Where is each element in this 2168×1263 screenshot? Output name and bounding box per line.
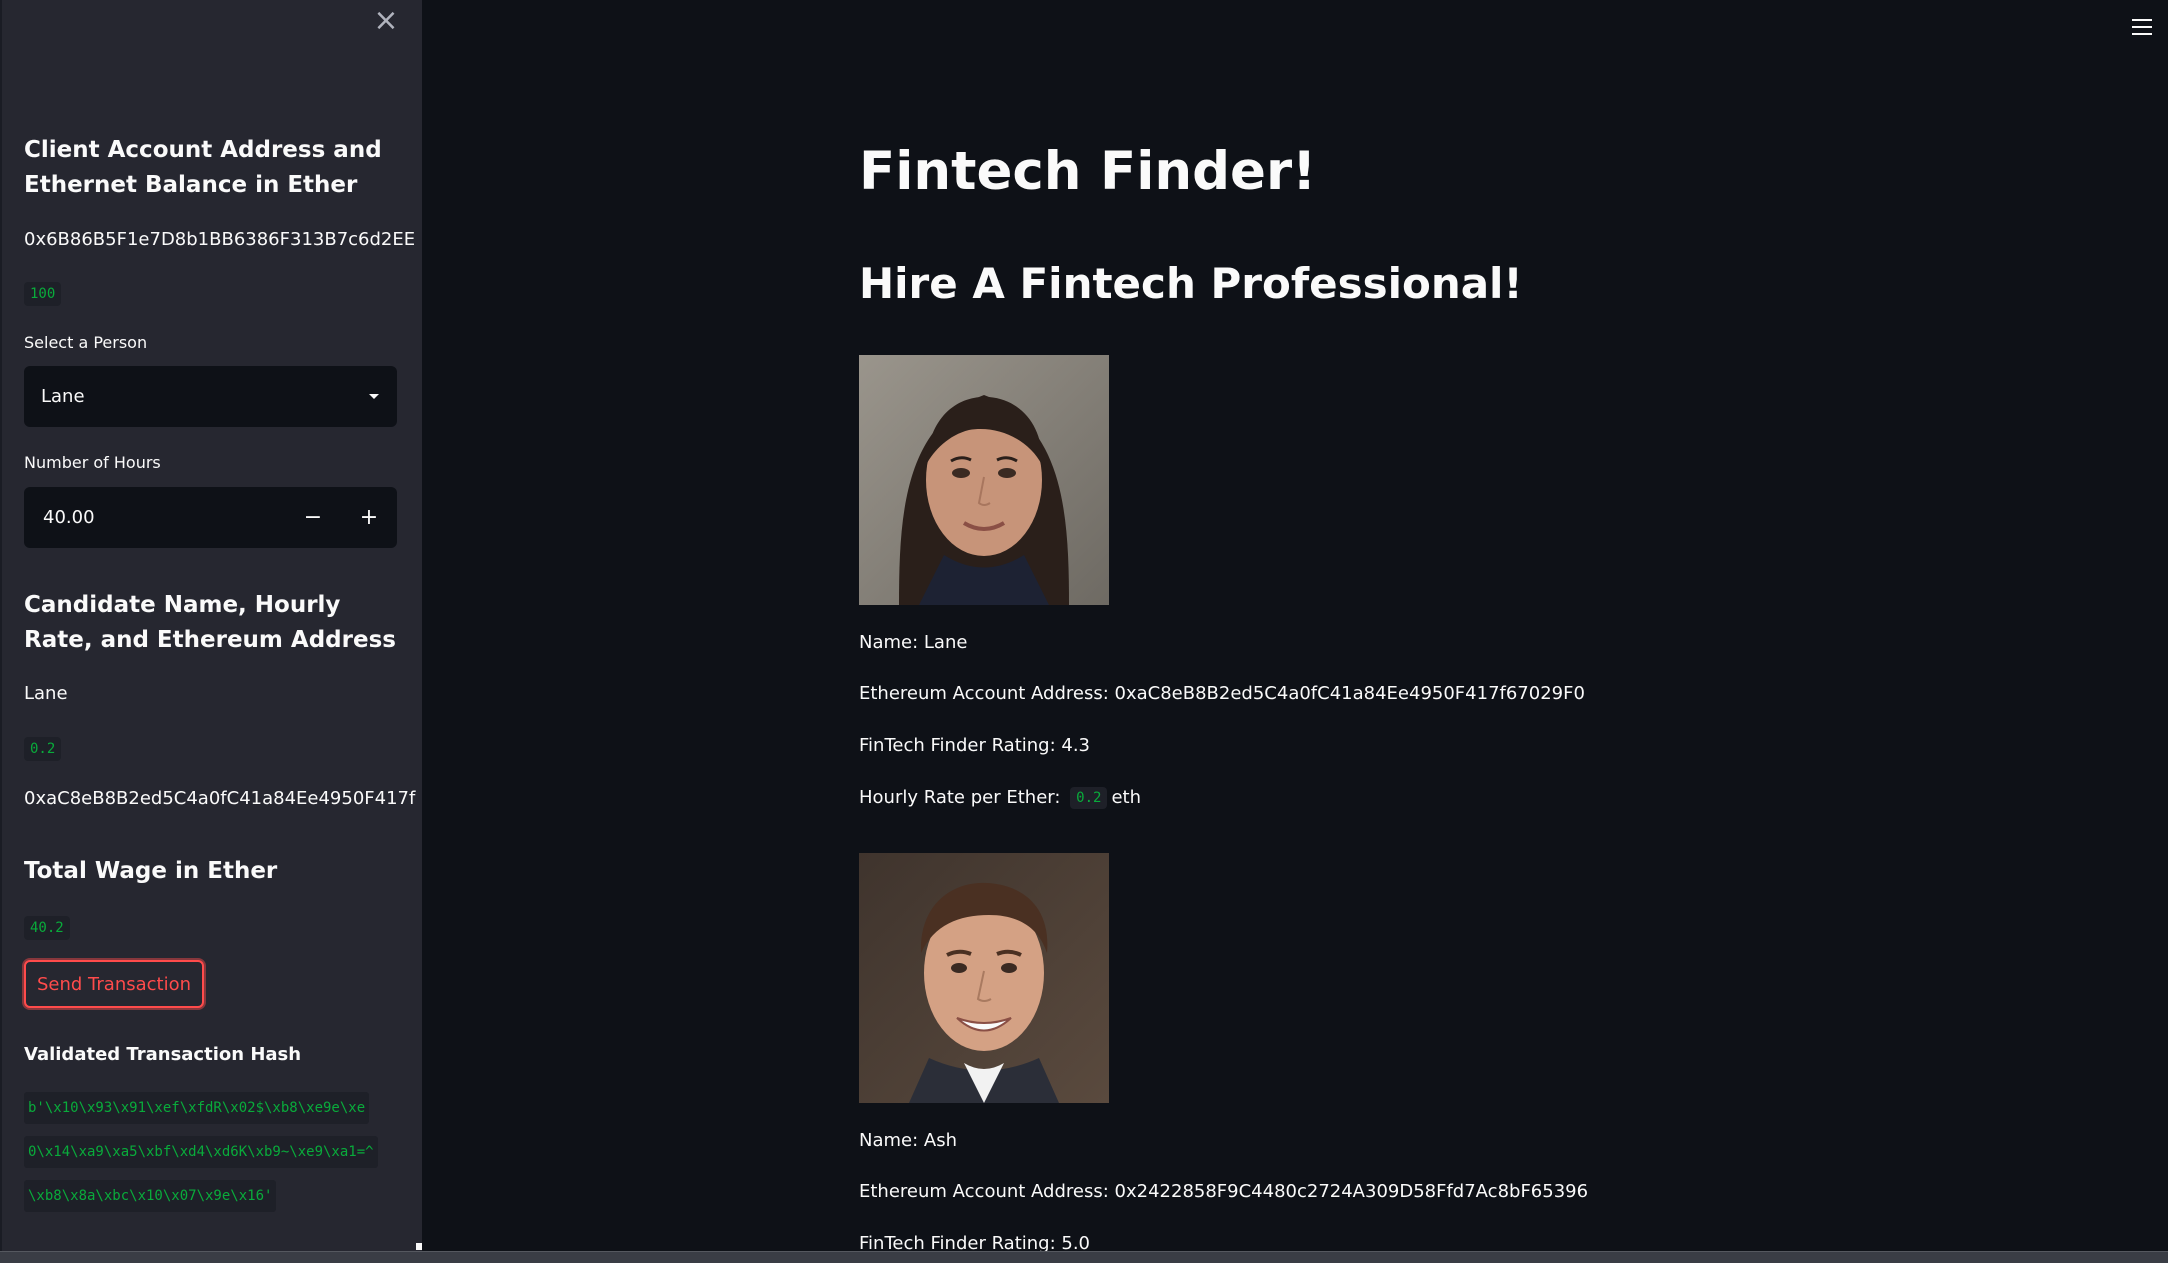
hours-input[interactable]: 40.00 — [24, 487, 285, 548]
send-transaction-button[interactable]: Send Transaction — [24, 960, 204, 1008]
candidate-name-line: Name: Ash — [859, 1130, 957, 1151]
hash-line: \xb8\x8a\xbc\x10\x07\x9e\x16' — [24, 1180, 277, 1212]
candidate-photo-ash — [859, 853, 1109, 1103]
client-balance: 100 — [24, 282, 62, 306]
decrement-button[interactable]: − — [285, 487, 341, 548]
client-address: 0x6B86B5F1e7D8b1BB6386F313B7c6d2EEcC0Fa — [24, 229, 416, 250]
hamburger-menu-icon[interactable] — [2129, 14, 2155, 40]
close-icon[interactable]: × — [371, 6, 401, 36]
candidate-name: Lane — [24, 683, 68, 704]
sidebar: × Client Account Address and Ethernet Ba… — [0, 0, 422, 1251]
candidate-photo-lane — [859, 355, 1109, 605]
select-person-dropdown[interactable]: Lane — [24, 366, 397, 427]
total-wage-value: 40.2 — [24, 916, 70, 940]
page-subtitle: Hire A Fintech Professional! — [859, 259, 1523, 308]
transaction-hash: b'\x10\x93\x91\xef\xfdR\x02$\xb8\xe9e\xe… — [24, 1092, 394, 1224]
hours-label: Number of Hours — [24, 453, 161, 472]
hourly-rate-suffix: eth — [1111, 787, 1141, 808]
hourly-rate-value: 0.2 — [1070, 787, 1108, 809]
candidate-name-line: Name: Lane — [859, 632, 968, 653]
hourly-rate-prefix: Hourly Rate per Ether: — [859, 787, 1061, 808]
app-root: × Client Account Address and Ethernet Ba… — [0, 0, 2168, 1263]
candidate-rate: 0.2 — [24, 737, 62, 761]
hash-heading: Validated Transaction Hash — [24, 1044, 302, 1065]
chevron-down-icon — [369, 394, 379, 399]
total-wage-heading: Total Wage in Ether — [24, 858, 278, 884]
page-title: Fintech Finder! — [859, 141, 1317, 202]
increment-button[interactable]: + — [341, 487, 397, 548]
hash-line: 0\x14\xa9\xa5\xbf\xd4\xd6K\xb9~\xe9\xa1=… — [24, 1136, 378, 1168]
candidate-address: 0xaC8eB8B2ed5C4a0fC41a84Ee4950F417f67029 — [24, 788, 416, 809]
hours-stepper: 40.00 − + — [24, 487, 397, 548]
hash-line: b'\x10\x93\x91\xef\xfdR\x02$\xb8\xe9e\xe — [24, 1092, 370, 1124]
select-person-label: Select a Person — [24, 333, 148, 352]
candidate-hourly-rate-line: Hourly Rate per Ether: 0.2 eth — [859, 785, 1141, 811]
candidate-address-line: Ethereum Account Address: 0xaC8eB8B2ed5C… — [859, 683, 1585, 704]
candidate-address-line: Ethereum Account Address: 0x2422858F9C44… — [859, 1181, 1589, 1202]
candidate-rating-line: FinTech Finder Rating: 4.3 — [859, 735, 1091, 756]
client-heading: Client Account Address and Ethernet Bala… — [24, 137, 382, 198]
sidebar-resize-handle[interactable] — [416, 1243, 422, 1250]
bottom-scrollbar[interactable] — [0, 1251, 2168, 1263]
candidate-heading: Candidate Name, Hourly Rate, and Ethereu… — [24, 592, 396, 653]
select-person-value: Lane — [41, 386, 85, 407]
